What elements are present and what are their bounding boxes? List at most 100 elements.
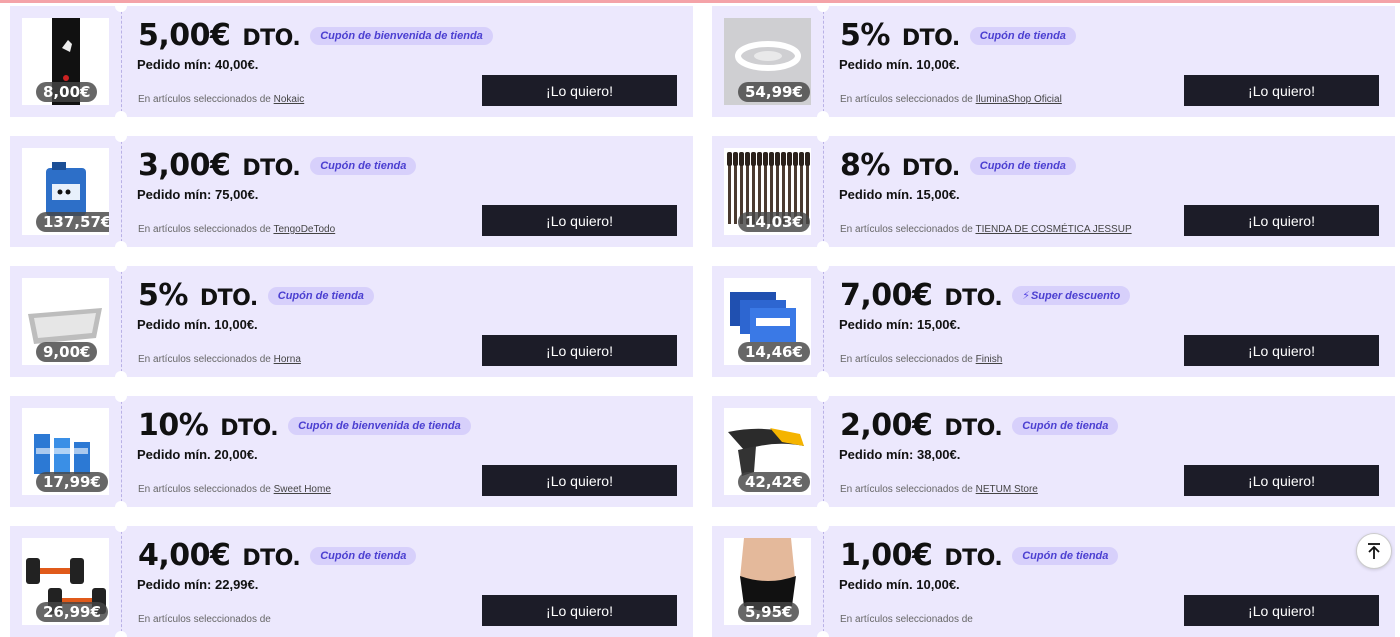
product-thumbnail[interactable]: 5,95€	[724, 538, 811, 625]
discount-suffix: DTO.	[944, 416, 1003, 441]
coupon-divider	[823, 6, 824, 117]
coupon-scope: En artículos seleccionados de TengoDeTod…	[138, 224, 336, 235]
claim-coupon-button[interactable]: ¡Lo quiero!	[482, 465, 677, 496]
product-price-badge: 42,42€	[738, 472, 810, 492]
coupon-scope: En artículos seleccionados de Sweet Home	[138, 484, 331, 495]
coupon-notch	[115, 526, 127, 532]
store-link[interactable]: TengoDeTodo	[273, 224, 335, 235]
coupon-card: 42,42€ 2,00€ DTO. Cupón de tienda Pedido…	[712, 396, 1395, 507]
store-link[interactable]: Finish	[976, 354, 1003, 365]
coupon-notch	[115, 136, 127, 142]
lightning-icon: ⚡	[1022, 290, 1030, 302]
claim-coupon-button[interactable]: ¡Lo quiero!	[482, 75, 677, 106]
top-accent-line	[0, 0, 1400, 3]
discount-suffix: DTO.	[220, 416, 279, 441]
coupon-divider	[823, 396, 824, 507]
product-thumbnail[interactable]: 9,00€	[22, 278, 109, 365]
store-link[interactable]: NETUM Store	[976, 484, 1038, 495]
coupon-notch	[817, 501, 829, 507]
discount-suffix: DTO.	[944, 286, 1003, 311]
coupon-card: 14,46€ 7,00€ DTO. ⚡Super descuento Pedid…	[712, 266, 1395, 377]
product-thumbnail[interactable]: 17,99€	[22, 408, 109, 495]
coupon-scope: En artículos seleccionados de	[840, 614, 973, 625]
coupon-notch	[817, 241, 829, 247]
coupon-scope: En artículos seleccionados de Finish	[840, 354, 1003, 365]
claim-coupon-button[interactable]: ¡Lo quiero!	[1184, 465, 1379, 496]
claim-coupon-button[interactable]: ¡Lo quiero!	[482, 595, 677, 626]
coupon-headline: 1,00€ DTO. Cupón de tienda	[840, 538, 1119, 573]
coupon-type-tag: Cupón de tienda	[267, 286, 374, 305]
coupon-type-tag: Cupón de tienda	[969, 156, 1076, 175]
coupon-card: 8,00€ 5,00€ DTO. Cupón de bienvenida de …	[10, 6, 693, 117]
discount-amount: 8% DTO.	[840, 148, 960, 183]
discount-amount: 10% DTO.	[138, 408, 279, 443]
discount-amount: 2,00€ DTO.	[840, 408, 1003, 443]
coupon-notch	[817, 6, 829, 12]
coupon-notch	[115, 631, 127, 637]
coupon-scope: En artículos seleccionados de Horna	[138, 354, 301, 365]
product-price-badge: 54,99€	[738, 82, 810, 102]
discount-suffix: DTO.	[199, 286, 258, 311]
minimum-order: Pedido mín: 22,99€.	[137, 577, 259, 592]
coupon-grid: 8,00€ 5,00€ DTO. Cupón de bienvenida de …	[10, 6, 1395, 637]
claim-coupon-button[interactable]: ¡Lo quiero!	[1184, 75, 1379, 106]
coupon-scope: En artículos seleccionados de	[138, 614, 271, 625]
store-link[interactable]: TIENDA DE COSMÉTICA JESSUP	[975, 224, 1131, 235]
coupon-scope: En artículos seleccionados de Nokaic	[138, 94, 305, 105]
coupon-notch	[115, 501, 127, 507]
scroll-to-top-button[interactable]	[1356, 533, 1392, 569]
coupon-divider	[121, 266, 122, 377]
product-thumbnail[interactable]: 26,99€	[22, 538, 109, 625]
coupon-type-tag: ⚡Super descuento	[1012, 286, 1131, 305]
discount-amount: 7,00€ DTO.	[840, 278, 1003, 313]
store-link[interactable]: Horna	[274, 354, 301, 365]
coupon-type-tag: Cupón de tienda	[1012, 416, 1119, 435]
store-link[interactable]: Nokaic	[274, 94, 305, 105]
minimum-order: Pedido mín: 75,00€.	[137, 187, 259, 202]
coupon-notch	[817, 136, 829, 142]
coupon-notch	[115, 396, 127, 402]
discount-amount: 3,00€ DTO.	[138, 148, 301, 183]
claim-coupon-button[interactable]: ¡Lo quiero!	[1184, 595, 1379, 626]
discount-amount: 5% DTO.	[840, 18, 960, 53]
store-link[interactable]: IluminaShop Oficial	[976, 94, 1062, 105]
coupon-divider	[121, 136, 122, 247]
product-price-badge: 14,46€	[738, 342, 810, 362]
coupon-type-tag: Cupón de tienda	[310, 546, 417, 565]
product-thumbnail[interactable]: 137,57€	[22, 148, 109, 235]
coupon-card: 5,95€ 1,00€ DTO. Cupón de tienda Pedido …	[712, 526, 1395, 637]
minimum-order: Pedido mín: 40,00€.	[137, 57, 259, 72]
coupon-card: 17,99€ 10% DTO. Cupón de bienvenida de t…	[10, 396, 693, 507]
coupon-notch	[817, 266, 829, 272]
coupon-scope: En artículos seleccionados de NETUM Stor…	[840, 484, 1038, 495]
coupon-card: 54,99€ 5% DTO. Cupón de tienda Pedido mí…	[712, 6, 1395, 117]
product-thumbnail[interactable]: 8,00€	[22, 18, 109, 105]
product-price-badge: 8,00€	[36, 82, 98, 102]
claim-coupon-button[interactable]: ¡Lo quiero!	[482, 335, 677, 366]
claim-coupon-button[interactable]: ¡Lo quiero!	[482, 205, 677, 236]
discount-suffix: DTO.	[901, 156, 960, 181]
product-price-badge: 17,99€	[36, 472, 108, 492]
arrow-up-to-top-icon	[1368, 543, 1380, 559]
coupon-headline: 5% DTO. Cupón de tienda	[840, 18, 1076, 53]
claim-coupon-button[interactable]: ¡Lo quiero!	[1184, 205, 1379, 236]
coupon-notch	[115, 241, 127, 247]
product-thumbnail[interactable]: 14,46€	[724, 278, 811, 365]
coupon-notch	[115, 266, 127, 272]
discount-amount: 5,00€ DTO.	[138, 18, 301, 53]
coupon-notch	[115, 371, 127, 377]
product-price-badge: 14,03€	[738, 212, 810, 232]
product-thumbnail[interactable]: 54,99€	[724, 18, 811, 105]
coupon-scope: En artículos seleccionados de TIENDA DE …	[840, 224, 1132, 235]
coupon-headline: 4,00€ DTO. Cupón de tienda	[138, 538, 417, 573]
product-price-badge: 137,57€	[36, 212, 109, 232]
store-link[interactable]: Sweet Home	[274, 484, 331, 495]
product-thumbnail[interactable]: 14,03€	[724, 148, 811, 235]
minimum-order: Pedido mín. 10,00€.	[839, 577, 960, 592]
coupon-headline: 7,00€ DTO. ⚡Super descuento	[840, 278, 1131, 313]
product-thumbnail[interactable]: 42,42€	[724, 408, 811, 495]
discount-suffix: DTO.	[242, 26, 301, 51]
minimum-order: Pedido mín: 15,00€.	[839, 317, 961, 332]
minimum-order: Pedido mín: 38,00€.	[839, 447, 961, 462]
claim-coupon-button[interactable]: ¡Lo quiero!	[1184, 335, 1379, 366]
